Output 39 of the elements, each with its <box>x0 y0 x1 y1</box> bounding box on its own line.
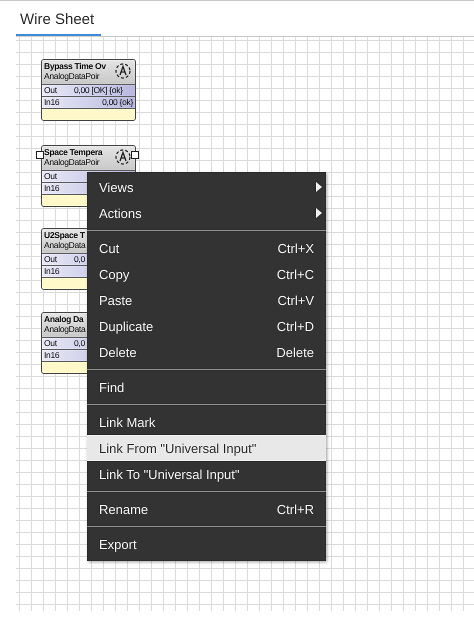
shortcut-label: Delete <box>276 344 314 360</box>
shortcut-label: Ctrl+V <box>278 292 314 308</box>
menu-item-label: Rename <box>99 502 148 516</box>
block-title: U2Space T <box>44 230 85 240</box>
shortcut-label: Ctrl+D <box>276 318 314 334</box>
block-type: AnalogData <box>44 240 86 250</box>
slot-name: Out <box>44 85 58 96</box>
menu-item-label: Export <box>99 536 137 552</box>
block-type: AnalogData <box>44 324 86 334</box>
slot-value: 0,0 <box>74 254 85 265</box>
block-title: Space Tempera <box>44 147 102 157</box>
block-type: AnalogDataPoir <box>44 71 100 81</box>
slot-name: In16 <box>44 183 60 194</box>
slot-value: 0,00 {ok} <box>102 97 133 108</box>
slot-value: 0,00 [OK] {ok} <box>74 85 123 96</box>
menu-item-label: Copy <box>99 266 130 282</box>
block-title: Bypass Time Ov <box>44 61 106 71</box>
block-type: AnalogDataPoir <box>44 157 100 167</box>
menu-item-label: Link To "Universal Input" <box>99 466 240 482</box>
slot-name: In16 <box>44 350 60 361</box>
shortcut-label: Ctrl+R <box>276 502 314 516</box>
slot-name: Out <box>44 254 58 265</box>
menu-item-label: Actions <box>99 206 142 220</box>
slot-name: Out <box>44 338 58 349</box>
menu-item-label: Delete <box>99 344 137 360</box>
menu-item-label: Link From "Universal Input" <box>99 440 256 456</box>
menu-item-label: Views <box>99 180 134 194</box>
slot-name: In16 <box>44 266 60 277</box>
shortcut-label: Ctrl+C <box>276 266 314 282</box>
menu-item-label: Cut <box>99 240 120 256</box>
slot-name: Out <box>44 171 58 182</box>
block-title: Analog Da <box>44 314 84 324</box>
menu-item-label: Find <box>99 380 124 394</box>
menu-item-label: Duplicate <box>99 318 154 334</box>
shortcut-label: Ctrl+X <box>278 240 314 256</box>
menu-item-label: Link Mark <box>99 414 156 430</box>
menu-item-label: Paste <box>99 292 132 308</box>
slot-value: 0,0 <box>74 338 85 349</box>
slot-name: In16 <box>44 97 60 108</box>
